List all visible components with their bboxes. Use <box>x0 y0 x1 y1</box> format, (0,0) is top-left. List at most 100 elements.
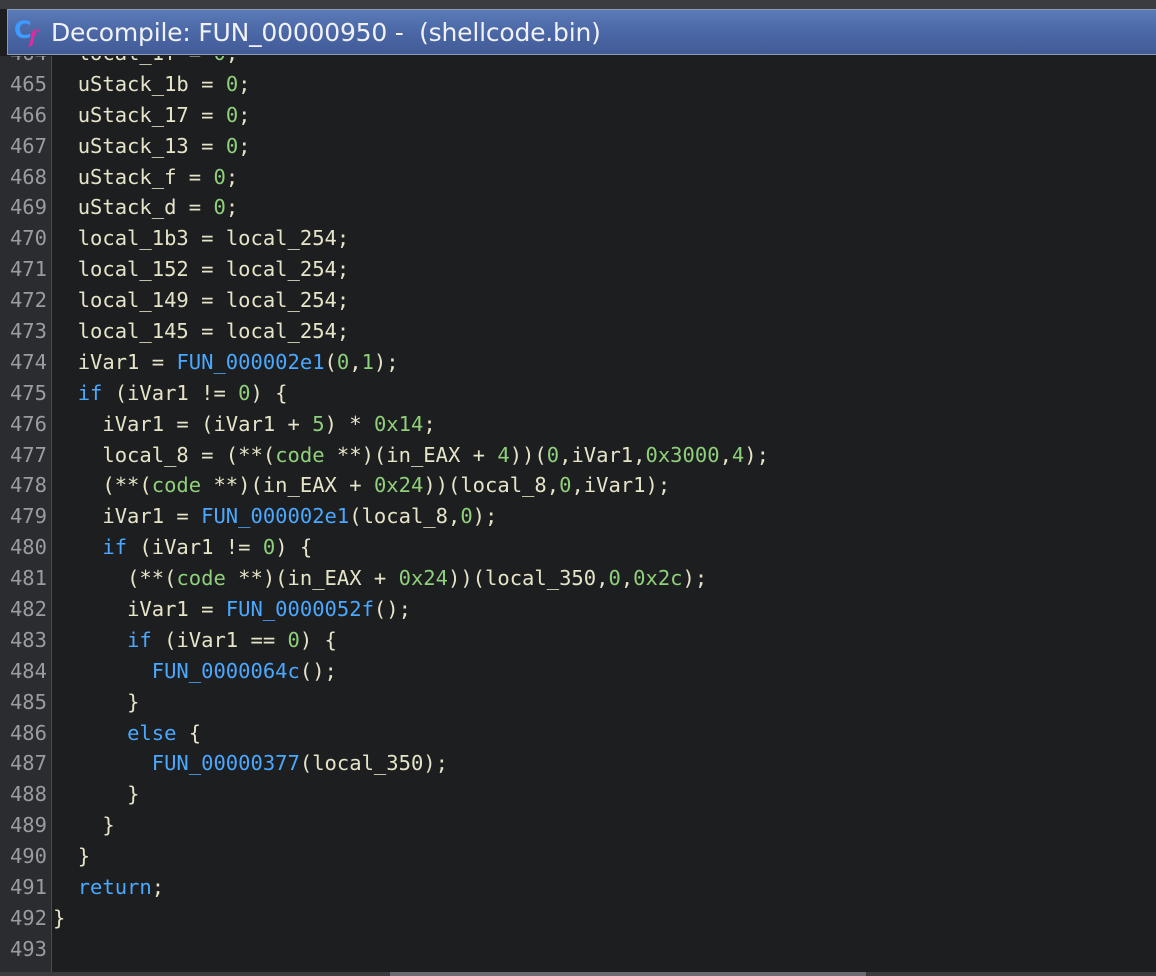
code-line[interactable]: 465 uStack_1b = 0; <box>0 69 1156 100</box>
code-token: == <box>238 627 288 652</box>
code-token: ; <box>151 875 165 900</box>
code-line[interactable]: 473 local_145 = local_254; <box>0 316 1156 347</box>
code-token[interactable]: in_EAX <box>288 566 362 590</box>
code-token[interactable]: local_145 <box>78 319 189 343</box>
decompile-title-bar[interactable]: Cf Decompile: FUN_00000950 - (shellcode.… <box>7 9 1156 55</box>
code-token[interactable]: uStack_d <box>78 195 177 219</box>
code-line[interactable]: 475 if (iVar1 != 0) { <box>0 378 1156 409</box>
code-token[interactable]: local_1f <box>78 56 177 65</box>
code-token[interactable]: in_EAX <box>263 473 337 497</box>
code-line[interactable]: 474 iVar1 = FUN_000002e1(0,1); <box>0 347 1156 378</box>
code-token[interactable]: iVar1 <box>584 473 646 497</box>
code-token: 0 <box>608 566 621 591</box>
code-line[interactable]: 489 } <box>0 810 1156 841</box>
code-token: ); <box>423 751 448 776</box>
code-token: 0 <box>546 442 560 467</box>
code-token: = <box>188 597 226 622</box>
code-line[interactable]: 477 local_8 = (**(code **)(in_EAX + 4))(… <box>0 440 1156 471</box>
code-token[interactable]: local_149 <box>78 288 189 312</box>
code-token[interactable]: uStack_1b <box>78 72 189 96</box>
code-text: uStack_17 = 0; <box>53 100 251 131</box>
code-token[interactable]: local_254 <box>226 319 337 343</box>
code-token[interactable]: local_350 <box>485 566 596 590</box>
code-token[interactable]: FUN_0000064c <box>152 659 300 683</box>
code-token[interactable]: local_254 <box>226 288 337 312</box>
code-token[interactable]: iVar1 <box>127 381 189 405</box>
code-token[interactable]: FUN_000002e1 <box>201 504 349 528</box>
code-line[interactable]: 476 iVar1 = (iVar1 + 5) * 0x14; <box>0 409 1156 440</box>
code-token[interactable]: iVar1 <box>127 597 189 621</box>
code-token[interactable]: iVar1 <box>176 628 238 652</box>
code-token[interactable]: local_1b3 <box>78 226 189 250</box>
code-line[interactable]: 485 } <box>0 687 1156 718</box>
code-token: = <box>176 195 214 220</box>
code-token: **)( <box>225 566 288 591</box>
code-line[interactable]: 484 FUN_0000064c(); <box>0 656 1156 687</box>
code-token: return <box>77 875 152 900</box>
code-token[interactable]: iVar1 <box>571 443 633 467</box>
window-title: Decompile: FUN_00000950 - (shellcode.bin… <box>51 17 601 47</box>
code-line[interactable]: 479 iVar1 = FUN_000002e1(local_8,0); <box>0 501 1156 532</box>
horizontal-scrollbar-thumb[interactable] <box>390 972 866 976</box>
code-line[interactable]: 469 uStack_d = 0; <box>0 192 1156 223</box>
code-token[interactable]: local_152 <box>78 257 189 281</box>
code-token[interactable]: local_254 <box>226 226 337 250</box>
code-token: , <box>633 442 646 467</box>
code-line[interactable]: 467 uStack_13 = 0; <box>0 131 1156 162</box>
code-token[interactable]: iVar1 <box>213 412 275 436</box>
code-line[interactable]: 468 uStack_f = 0; <box>0 162 1156 193</box>
code-line[interactable]: 472 local_149 = local_254; <box>0 285 1156 316</box>
code-token[interactable]: FUN_00000377 <box>152 751 300 775</box>
code-token: + <box>361 566 399 591</box>
code-line[interactable]: 471 local_152 = local_254; <box>0 254 1156 285</box>
code-token: ; <box>238 133 251 158</box>
code-token: + <box>336 473 374 498</box>
code-token[interactable]: iVar1 <box>102 504 164 528</box>
code-line[interactable]: 466 uStack_17 = 0; <box>0 100 1156 131</box>
code-token[interactable]: local_350 <box>312 751 423 775</box>
code-token[interactable]: local_8 <box>362 504 448 528</box>
code-line[interactable]: 488 } <box>0 779 1156 810</box>
line-number: 473 <box>9 319 47 344</box>
code-token[interactable]: local_8 <box>102 443 188 467</box>
code-token: 0 <box>238 380 251 405</box>
code-token: code <box>151 473 202 498</box>
code-token: (); <box>373 597 411 622</box>
code-token: ; <box>225 164 239 189</box>
code-line[interactable]: 493 <box>0 934 1156 965</box>
code-line[interactable]: 490 } <box>0 841 1156 872</box>
code-token[interactable]: local_8 <box>460 473 546 497</box>
code-lines: 464 local_1f = 0;465 uStack_1b = 0;466 u… <box>0 56 1156 965</box>
code-text: local_152 = local_254; <box>53 254 350 285</box>
code-text: FUN_00000377(local_350); <box>53 748 448 779</box>
code-line[interactable]: 483 if (iVar1 == 0) { <box>0 625 1156 656</box>
code-token[interactable]: iVar1 <box>102 412 164 436</box>
code-token[interactable]: uStack_17 <box>78 103 189 127</box>
line-number: 487 <box>9 751 47 776</box>
code-line[interactable]: 491 return; <box>0 872 1156 903</box>
code-token[interactable]: local_254 <box>226 257 337 281</box>
code-token[interactable]: FUN_0000052f <box>226 597 374 621</box>
code-line[interactable]: 481 (**(code **)(in_EAX + 0x24))(local_3… <box>0 563 1156 594</box>
code-line[interactable]: 478 (**(code **)(in_EAX + 0x24))(local_8… <box>0 470 1156 501</box>
decompiler-code-view[interactable]: 464 local_1f = 0;465 uStack_1b = 0;466 u… <box>0 56 1156 972</box>
code-token[interactable]: FUN_000002e1 <box>176 350 324 374</box>
code-token[interactable]: in_EAX <box>386 443 460 467</box>
code-line[interactable]: 464 local_1f = 0; <box>0 56 1156 69</box>
code-line[interactable]: 480 if (iVar1 != 0) { <box>0 532 1156 563</box>
code-token: + <box>275 411 313 436</box>
code-token: , <box>546 473 560 498</box>
code-line[interactable]: 487 FUN_00000377(local_350); <box>0 748 1156 779</box>
code-token: 0x14 <box>373 411 424 436</box>
code-token[interactable]: uStack_f <box>78 165 177 189</box>
code-token: 0 <box>262 535 276 560</box>
code-token[interactable]: iVar1 <box>78 350 140 374</box>
code-line[interactable]: 482 iVar1 = FUN_0000052f(); <box>0 594 1156 625</box>
code-line[interactable]: 492} <box>0 903 1156 934</box>
code-token[interactable]: iVar1 <box>152 535 214 559</box>
code-line[interactable]: 470 local_1b3 = local_254; <box>0 223 1156 254</box>
code-line[interactable]: 486 else { <box>0 718 1156 749</box>
code-token[interactable]: uStack_13 <box>78 134 189 158</box>
